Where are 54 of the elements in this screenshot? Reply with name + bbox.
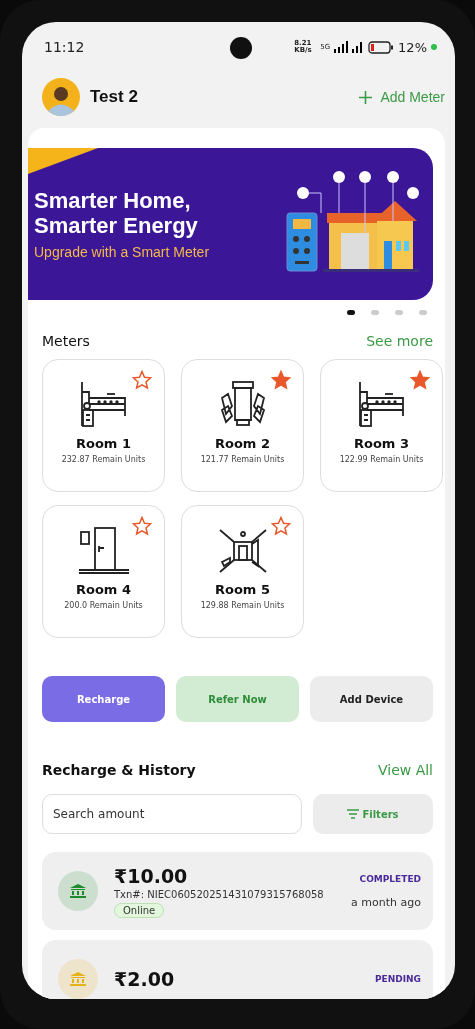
signal-icon — [334, 41, 365, 53]
plus-icon — [359, 90, 373, 104]
meter-name: Room 1 — [76, 436, 131, 451]
remaining-units: 121.77 Remain Units — [200, 455, 285, 464]
meter-name: Room 4 — [76, 582, 131, 597]
favorite-star-icon[interactable] — [271, 370, 291, 390]
action-button[interactable]: Add Device — [310, 676, 433, 722]
meter-card[interactable]: Room 4 200.0 Remain Units — [42, 505, 165, 638]
see-more-link[interactable]: See more — [366, 333, 433, 349]
battery-level: 12% — [398, 39, 427, 55]
battery-icon — [368, 40, 395, 54]
action-button[interactable]: Recharge — [42, 676, 165, 722]
payment-method-badge: Online — [114, 902, 165, 918]
meter-card[interactable]: Room 2 121.77 Remain Units — [181, 359, 304, 492]
remaining-units: 122.99 Remain Units — [339, 455, 424, 464]
favorite-star-icon[interactable] — [271, 516, 291, 536]
meter-card[interactable]: Room 1 232.87 Remain Units — [42, 359, 165, 492]
bed-icon — [78, 380, 129, 428]
favorite-star-icon[interactable] — [132, 370, 152, 390]
camera-hole — [230, 37, 252, 59]
meter-name: Room 3 — [354, 436, 409, 451]
user-name: Test 2 — [90, 87, 138, 107]
status-time: 11:12 — [44, 39, 85, 55]
filter-icon — [347, 809, 360, 819]
meter-card[interactable]: Room 5 129.88 Remain Units — [181, 505, 304, 638]
transaction-amount: ₹10.00 — [114, 864, 188, 887]
avatar-icon — [42, 78, 80, 116]
bed-icon — [356, 380, 407, 428]
transaction-status: PENDING — [375, 974, 421, 984]
transaction-time: a month ago — [351, 895, 421, 909]
favorite-star-icon[interactable] — [410, 370, 430, 390]
hallway-icon — [217, 526, 268, 574]
transaction-amount: ₹2.00 — [114, 968, 175, 990]
door-icon — [78, 526, 129, 574]
transaction-card[interactable]: ₹2.00 PENDING — [42, 940, 433, 999]
search-field[interactable]: Search amount — [42, 794, 302, 834]
transaction-status: COMPLETED — [359, 873, 421, 884]
promo-banner[interactable]: Smarter Home, Smarter Energy Upgrade with a Smart Meter — [28, 148, 433, 300]
meter-name: Room 5 — [215, 582, 270, 597]
favorite-star-icon[interactable] — [132, 516, 152, 536]
banner-title: Smarter Home, Smarter Energy — [34, 187, 199, 239]
remaining-units: 232.87 Remain Units — [61, 455, 146, 464]
transaction-card[interactable]: ₹10.00 Txn#: NIEC060520251431079315768058 Online COMPLETED a month ago — [42, 852, 433, 930]
remaining-units: 129.88 Remain Units — [200, 601, 285, 610]
meter-card[interactable]: Room 3 122.99 Remain Units — [320, 359, 443, 492]
meter-name: Room 2 — [215, 436, 270, 451]
transaction-id: Txn#: NIEC060520251431079315768058 — [114, 888, 324, 900]
section-title: Recharge & History — [42, 762, 196, 778]
section-title: Meters — [42, 333, 90, 349]
remaining-units: 200.0 Remain Units — [64, 601, 143, 610]
charging-dot-icon — [431, 44, 437, 50]
view-all-link[interactable]: View All — [377, 762, 433, 778]
banner-subtitle: Upgrade with a Smart Meter — [34, 244, 211, 261]
banner-corner-stripe — [28, 148, 98, 174]
